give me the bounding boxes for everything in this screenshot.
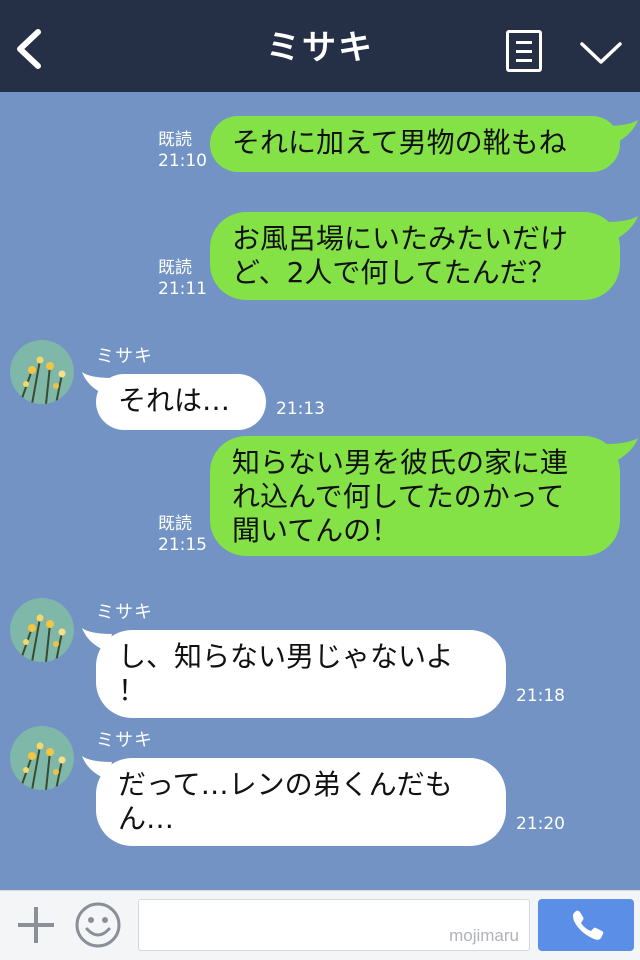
add-button[interactable] bbox=[14, 903, 58, 947]
collapse-button[interactable] bbox=[576, 36, 626, 70]
chat-header: ミサキ bbox=[0, 0, 640, 92]
flower-avatar-icon bbox=[10, 598, 74, 662]
chevron-left-icon bbox=[17, 29, 41, 69]
read-receipt: 既読 21:11 bbox=[158, 258, 207, 299]
phone-icon bbox=[573, 910, 604, 940]
chevron-down-icon bbox=[580, 42, 622, 64]
message-time: 21:18 bbox=[516, 686, 565, 706]
avatar[interactable] bbox=[10, 340, 74, 404]
plus-icon bbox=[18, 907, 54, 943]
avatar[interactable] bbox=[10, 598, 74, 662]
chat-title: ミサキ bbox=[266, 28, 374, 68]
message-bubble-sent[interactable]: お風呂場にいたみたいだけ ど、2人で何してたんだ？ bbox=[210, 212, 620, 300]
message-bubble-received[interactable]: それは… bbox=[96, 374, 266, 430]
message-bubble-sent[interactable]: 知らない男を彼氏の家に連 れ込んで何してたのかって 聞いてんの！ bbox=[210, 436, 620, 556]
message-bubble-sent[interactable]: それに加えて男物の靴もね bbox=[210, 116, 620, 172]
back-button[interactable] bbox=[10, 24, 50, 74]
message-bubble-received[interactable]: し、知らない男じゃないよ ！ bbox=[96, 630, 506, 718]
read-receipt: 既読 21:15 bbox=[158, 514, 207, 555]
sender-name: ミサキ bbox=[96, 730, 153, 751]
read-receipt: 既読 21:10 bbox=[158, 130, 207, 171]
flower-avatar-icon bbox=[10, 340, 74, 404]
flower-avatar-icon bbox=[10, 726, 74, 790]
message-time: 21:13 bbox=[276, 399, 325, 419]
avatar[interactable] bbox=[10, 726, 74, 790]
chat-area[interactable]: 既読 21:10 それに加えて男物の靴もね 既読 21:11 お風呂場にいたみた… bbox=[0, 92, 640, 890]
note-menu-button[interactable] bbox=[506, 30, 542, 72]
message-time: 21:20 bbox=[516, 814, 565, 834]
message-input[interactable]: mojimaru bbox=[138, 899, 530, 951]
emoji-button[interactable] bbox=[74, 901, 122, 949]
smiley-icon bbox=[75, 902, 121, 948]
sender-name: ミサキ bbox=[96, 346, 153, 367]
message-bubble-received[interactable]: だって…レンの弟くんだも ん… bbox=[96, 758, 506, 846]
watermark-text: mojimaru bbox=[449, 926, 519, 945]
call-button[interactable] bbox=[538, 899, 634, 951]
sender-name: ミサキ bbox=[96, 602, 153, 623]
input-bar: mojimaru bbox=[0, 890, 640, 960]
note-list-icon bbox=[516, 41, 532, 44]
